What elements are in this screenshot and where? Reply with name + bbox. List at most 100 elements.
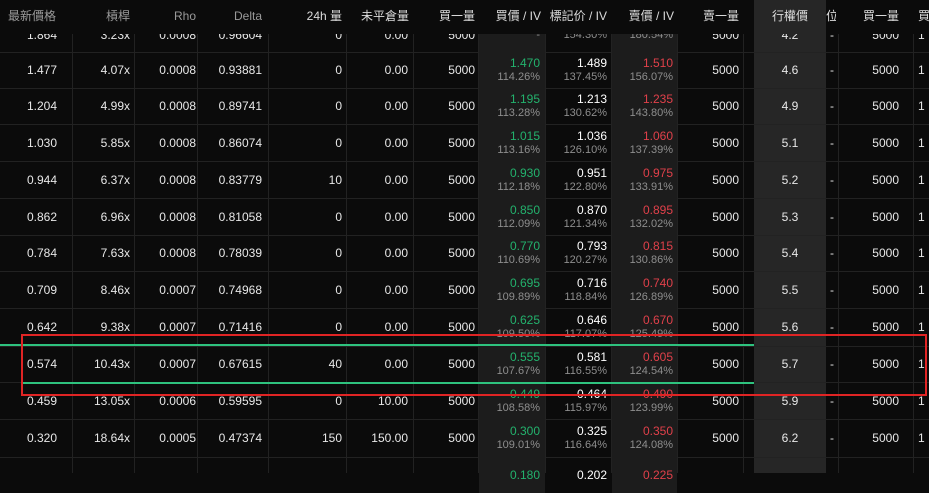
table-row[interactable]: 0.574 10.43x 0.0007 0.67615 40 0.00 5000 0.555 1… — [0, 346, 929, 382]
call-ask-price: 1.060 — [642, 128, 673, 143]
call-ask-size[interactable]: 5000 — [680, 346, 739, 382]
call-bid-size[interactable]: 5000 — [420, 419, 475, 457]
volume-24h: 0 — [335, 209, 342, 224]
call-ask-size[interactable]: 5000 — [680, 271, 739, 308]
call-ask-size[interactable]: 5000 — [680, 88, 739, 124]
header-last-price[interactable]: 最新價格 — [8, 0, 70, 34]
call-ask-size[interactable]: 5000 — [680, 235, 739, 271]
put-bid-size[interactable]: 5000 — [850, 124, 899, 161]
call-ask-cell[interactable]: 0.975 133.91% — [612, 161, 677, 198]
put-bid-size[interactable]: 5000 — [850, 308, 899, 346]
header-call-ask-size[interactable]: 賣一量 — [680, 0, 739, 34]
put-bid-size[interactable]: 5000 — [850, 88, 899, 124]
header-strike[interactable]: 行權價 — [754, 0, 826, 34]
call-ask-cell[interactable]: 1.060 137.39% — [612, 124, 677, 161]
table-row[interactable]: 0.784 7.63x 0.0008 0.78039 0 0.00 5000 0.770 110… — [0, 235, 929, 271]
call-ask-price: 0.670 — [642, 313, 673, 327]
call-bid-size[interactable]: 5000 — [420, 346, 475, 382]
put-bid-size[interactable]: 5000 — [850, 235, 899, 271]
header-call-bid-iv[interactable]: 買價 / IV — [478, 0, 541, 34]
call-bid-size[interactable]: 5000 — [420, 124, 475, 161]
call-ask-size[interactable]: 5000 — [680, 124, 739, 161]
table-row[interactable]: 0.180 0.202 0.225 — [0, 457, 929, 493]
strike-price — [754, 457, 826, 493]
call-ask-cell[interactable]: 0.895 132.02% — [612, 198, 677, 235]
call-bid-price: 1.015 — [509, 128, 540, 143]
call-ask-cell[interactable]: 0.350 124.08% — [612, 419, 677, 457]
call-bid-size[interactable]: 5000 — [420, 308, 475, 346]
header-call-bid-size[interactable]: 買一量 — [420, 0, 475, 34]
call-bid-size[interactable]: 5000 — [420, 235, 475, 271]
call-ask-size[interactable]: 5000 — [680, 52, 739, 88]
put-bid-size[interactable]: 5000 — [850, 382, 899, 419]
call-ask-size[interactable] — [680, 457, 739, 493]
delta: 0.78039 — [218, 246, 262, 260]
call-bid-cell[interactable]: 0.625 109.50% — [479, 308, 545, 346]
put-edge-fragment: 1 — [918, 320, 925, 334]
call-bid-cell[interactable]: 1.470 114.26% — [479, 52, 545, 88]
call-ask-cell[interactable]: 0.605 124.54% — [612, 346, 677, 382]
header-open-interest[interactable]: 未平倉量 — [345, 0, 409, 34]
call-bid-size[interactable]: 5000 — [420, 161, 475, 198]
call-bid-cell[interactable]: 1.015 113.16% — [479, 124, 545, 161]
table-row[interactable]: 0.320 18.64x 0.0005 0.47374 150 150.00 5000 0.3… — [0, 419, 929, 457]
header-call-ask-iv[interactable]: 賣價 / IV — [608, 0, 674, 34]
header-rho[interactable]: Rho — [140, 0, 196, 34]
delta: 0.59595 — [218, 393, 262, 408]
call-ask-size[interactable]: 5000 — [680, 161, 739, 198]
put-dash: - — [830, 320, 834, 334]
call-bid-size[interactable]: 5000 — [420, 271, 475, 308]
last-price: 1.030 — [26, 135, 57, 150]
table-row[interactable]: 0.862 6.96x 0.0008 0.81058 0 0.00 5000 0.850 112… — [0, 198, 929, 235]
call-ask-cell[interactable]: 1.235 143.80% — [612, 88, 677, 124]
put-bid-size[interactable]: 5000 — [850, 419, 899, 457]
call-bid-cell[interactable]: 0.555 107.67% — [479, 346, 545, 382]
table-header: 最新價格 槓桿 Rho Delta 24h 量 未平倉量 買一量 買價 / IV… — [0, 0, 929, 34]
call-ask-size[interactable]: 5000 — [680, 198, 739, 235]
put-bid-size[interactable] — [850, 457, 899, 493]
call-bid-size[interactable]: 5000 — [420, 88, 475, 124]
put-edge-fragment: 1 — [918, 135, 925, 150]
call-bid-cell[interactable]: 0.770 110.69% — [479, 235, 545, 271]
call-ask-cell[interactable]: 0.225 — [612, 457, 677, 493]
call-ask-size[interactable]: 5000 — [680, 308, 739, 346]
put-bid-size[interactable]: 5000 — [850, 52, 899, 88]
table-row[interactable]: 0.642 9.38x 0.0007 0.71416 0 0.00 5000 0.625 109… — [0, 308, 929, 346]
header-leverage[interactable]: 槓桿 — [80, 0, 130, 34]
call-bid-size[interactable]: 5000 — [420, 382, 475, 419]
table-row[interactable]: 1.477 4.07x 0.0008 0.93881 0 0.00 5000 1.470 114… — [0, 52, 929, 88]
put-bid-size[interactable]: 5000 — [850, 346, 899, 382]
volume-24h: 0 — [335, 246, 342, 260]
delta: 0.86074 — [218, 135, 262, 150]
header-call-mark-iv[interactable]: 標記价 / IV — [540, 0, 607, 34]
call-ask-cell[interactable]: 0.670 125.49% — [612, 308, 677, 346]
call-ask-size[interactable]: 5000 — [680, 382, 739, 419]
table-row[interactable]: 0.944 6.37x 0.0008 0.83779 10 0.00 5000 0.930 11… — [0, 161, 929, 198]
table-row[interactable]: 1.030 5.85x 0.0008 0.86074 0 0.00 5000 1.015 113… — [0, 124, 929, 161]
call-ask-cell[interactable]: 0.740 126.89% — [612, 271, 677, 308]
call-bid-cell[interactable]: 0.300 109.01% — [479, 419, 545, 457]
put-bid-size[interactable]: 5000 — [850, 198, 899, 235]
call-bid-size[interactable]: 5000 — [420, 52, 475, 88]
call-bid-cell[interactable]: 1.195 113.28% — [479, 88, 545, 124]
call-ask-size[interactable]: 5000 — [680, 419, 739, 457]
table-row[interactable]: 0.709 8.46x 0.0007 0.74968 0 0.00 5000 0.695 109… — [0, 271, 929, 308]
table-row[interactable]: 0.459 13.05x 0.0006 0.59595 0 10.00 5000 0.449 1… — [0, 382, 929, 419]
call-bid-size[interactable] — [420, 457, 475, 493]
call-bid-cell[interactable]: 0.850 112.09% — [479, 198, 545, 235]
call-bid-cell[interactable]: 0.930 112.18% — [479, 161, 545, 198]
put-bid-size[interactable]: 5000 — [850, 161, 899, 198]
call-bid-size[interactable]: 5000 — [420, 198, 475, 235]
call-bid-cell[interactable]: 0.180 — [479, 457, 545, 493]
call-ask-cell[interactable]: 1.510 156.07% — [612, 52, 677, 88]
header-put-bid-size[interactable]: 買一量 — [850, 0, 899, 34]
leverage — [80, 457, 130, 493]
header-volume-24h[interactable]: 24h 量 — [280, 0, 342, 34]
put-bid-size[interactable]: 5000 — [850, 271, 899, 308]
call-ask-cell[interactable]: 0.490 123.99% — [612, 382, 677, 419]
call-bid-cell[interactable]: 0.695 109.89% — [479, 271, 545, 308]
call-bid-cell[interactable]: 0.449 108.58% — [479, 382, 545, 419]
call-ask-cell[interactable]: 0.815 130.86% — [612, 235, 677, 271]
table-row[interactable]: 1.204 4.99x 0.0008 0.89741 0 0.00 5000 1.195 113… — [0, 88, 929, 124]
header-delta[interactable]: Delta — [200, 0, 262, 34]
